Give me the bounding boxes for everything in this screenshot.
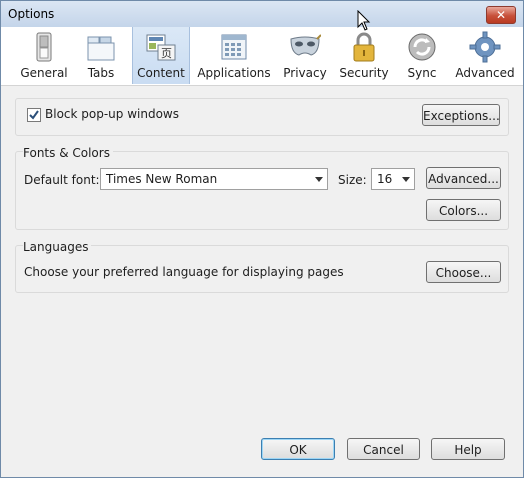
tab-sync[interactable]: Sync: [399, 27, 445, 84]
font-size-value: 16: [377, 172, 393, 186]
tab-label: Security: [339, 66, 389, 80]
colors-button[interactable]: Colors...: [426, 199, 501, 221]
close-button[interactable]: ✕: [486, 6, 516, 24]
tab-applications[interactable]: Applications: [196, 27, 272, 84]
fonts-group-title: Fonts & Colors: [23, 146, 113, 160]
tab-privacy[interactable]: Privacy: [280, 27, 330, 84]
tab-label: Applications: [197, 66, 271, 80]
ok-button[interactable]: OK: [261, 438, 335, 460]
chevron-down-icon: [315, 177, 323, 182]
fonts-advanced-button[interactable]: Advanced...: [426, 167, 501, 189]
tab-content[interactable]: 页 Content: [132, 27, 190, 84]
size-label: Size:: [338, 173, 367, 187]
fonts-colors-group: Fonts & Colors Default font: Times New R…: [15, 146, 509, 230]
tab-label: Content: [137, 66, 185, 80]
switch-icon: [36, 32, 52, 62]
default-font-select[interactable]: Times New Roman: [100, 168, 328, 190]
content-icon: 页: [146, 34, 176, 61]
title-bar[interactable]: Options ✕: [1, 1, 523, 28]
mouse-cursor-icon: [357, 10, 371, 31]
languages-group: Languages Choose your preferred language…: [15, 240, 509, 293]
exceptions-button[interactable]: Exceptions...: [422, 104, 500, 126]
help-button[interactable]: Help: [431, 438, 505, 460]
font-size-select[interactable]: 16: [371, 168, 415, 190]
tab-label: General: [20, 66, 68, 80]
languages-group-title: Languages: [23, 240, 92, 254]
category-toolbar: General Tabs 页 Content Applications Priv…: [1, 27, 523, 86]
chevron-down-icon: [402, 177, 410, 182]
checkmark-icon: [29, 110, 39, 120]
block-popups-checkbox[interactable]: [27, 108, 41, 122]
tab-tabs[interactable]: Tabs: [77, 27, 125, 84]
tab-general[interactable]: General: [19, 27, 69, 84]
sync-icon: [408, 33, 436, 61]
block-popups-label: Block pop-up windows: [45, 107, 179, 121]
languages-description: Choose your preferred language for displ…: [24, 265, 344, 279]
gear-icon: [469, 31, 501, 63]
padlock-icon: [353, 32, 375, 62]
options-window: Options ✕ General Tabs 页 Content Applica…: [0, 0, 524, 478]
tab-label: Privacy: [283, 66, 327, 80]
svg-text:页: 页: [161, 47, 172, 60]
tab-label: Tabs: [87, 66, 115, 80]
tab-label: Sync: [407, 66, 437, 80]
default-font-label: Default font:: [24, 173, 100, 187]
tabs-icon: [87, 36, 115, 61]
mask-icon: [290, 34, 321, 56]
applications-icon: [221, 34, 247, 60]
tab-label: Advanced: [455, 66, 515, 80]
cancel-button[interactable]: Cancel: [347, 438, 420, 460]
tab-security[interactable]: Security: [337, 27, 391, 84]
window-title: Options: [8, 7, 55, 21]
choose-language-button[interactable]: Choose...: [426, 261, 501, 283]
default-font-value: Times New Roman: [106, 172, 218, 186]
tab-advanced[interactable]: Advanced: [455, 27, 515, 84]
popups-group: Block pop-up windows Exceptions...: [15, 98, 509, 136]
